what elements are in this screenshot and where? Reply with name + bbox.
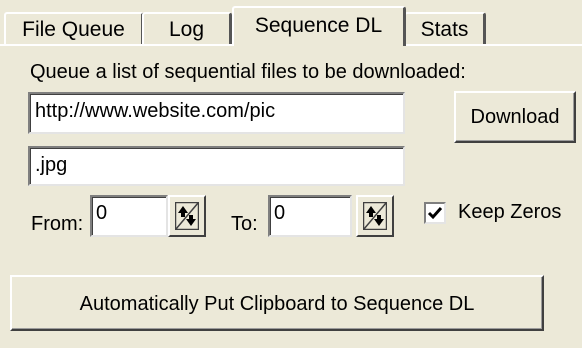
from-label: From: <box>31 213 84 235</box>
keep-zeros-checkbox[interactable] <box>424 202 446 224</box>
extension-input[interactable]: .jpg <box>28 146 405 186</box>
url-input[interactable]: http://www.website.com/pic <box>28 92 405 134</box>
from-spinner-button[interactable] <box>168 195 206 237</box>
download-button[interactable]: Download <box>454 91 576 143</box>
tab-log[interactable]: Log <box>142 12 232 44</box>
keep-zeros-label[interactable]: Keep Zeros <box>458 200 561 224</box>
sequence-dl-panel: File Queue Log Sequence DL Stats Queue a… <box>0 0 582 348</box>
instructions-label: Queue a list of sequential files to be d… <box>30 61 466 83</box>
from-input[interactable]: 0 <box>90 195 168 237</box>
tab-file-queue[interactable]: File Queue <box>4 12 144 44</box>
tab-stats[interactable]: Stats <box>404 12 486 44</box>
to-input[interactable]: 0 <box>268 195 352 237</box>
to-label: To: <box>231 213 258 235</box>
auto-clipboard-button[interactable]: Automatically Put Clipboard to Sequence … <box>10 275 544 331</box>
tab-sequence-dl[interactable]: Sequence DL <box>232 6 406 46</box>
to-spinner-button[interactable] <box>356 195 394 237</box>
